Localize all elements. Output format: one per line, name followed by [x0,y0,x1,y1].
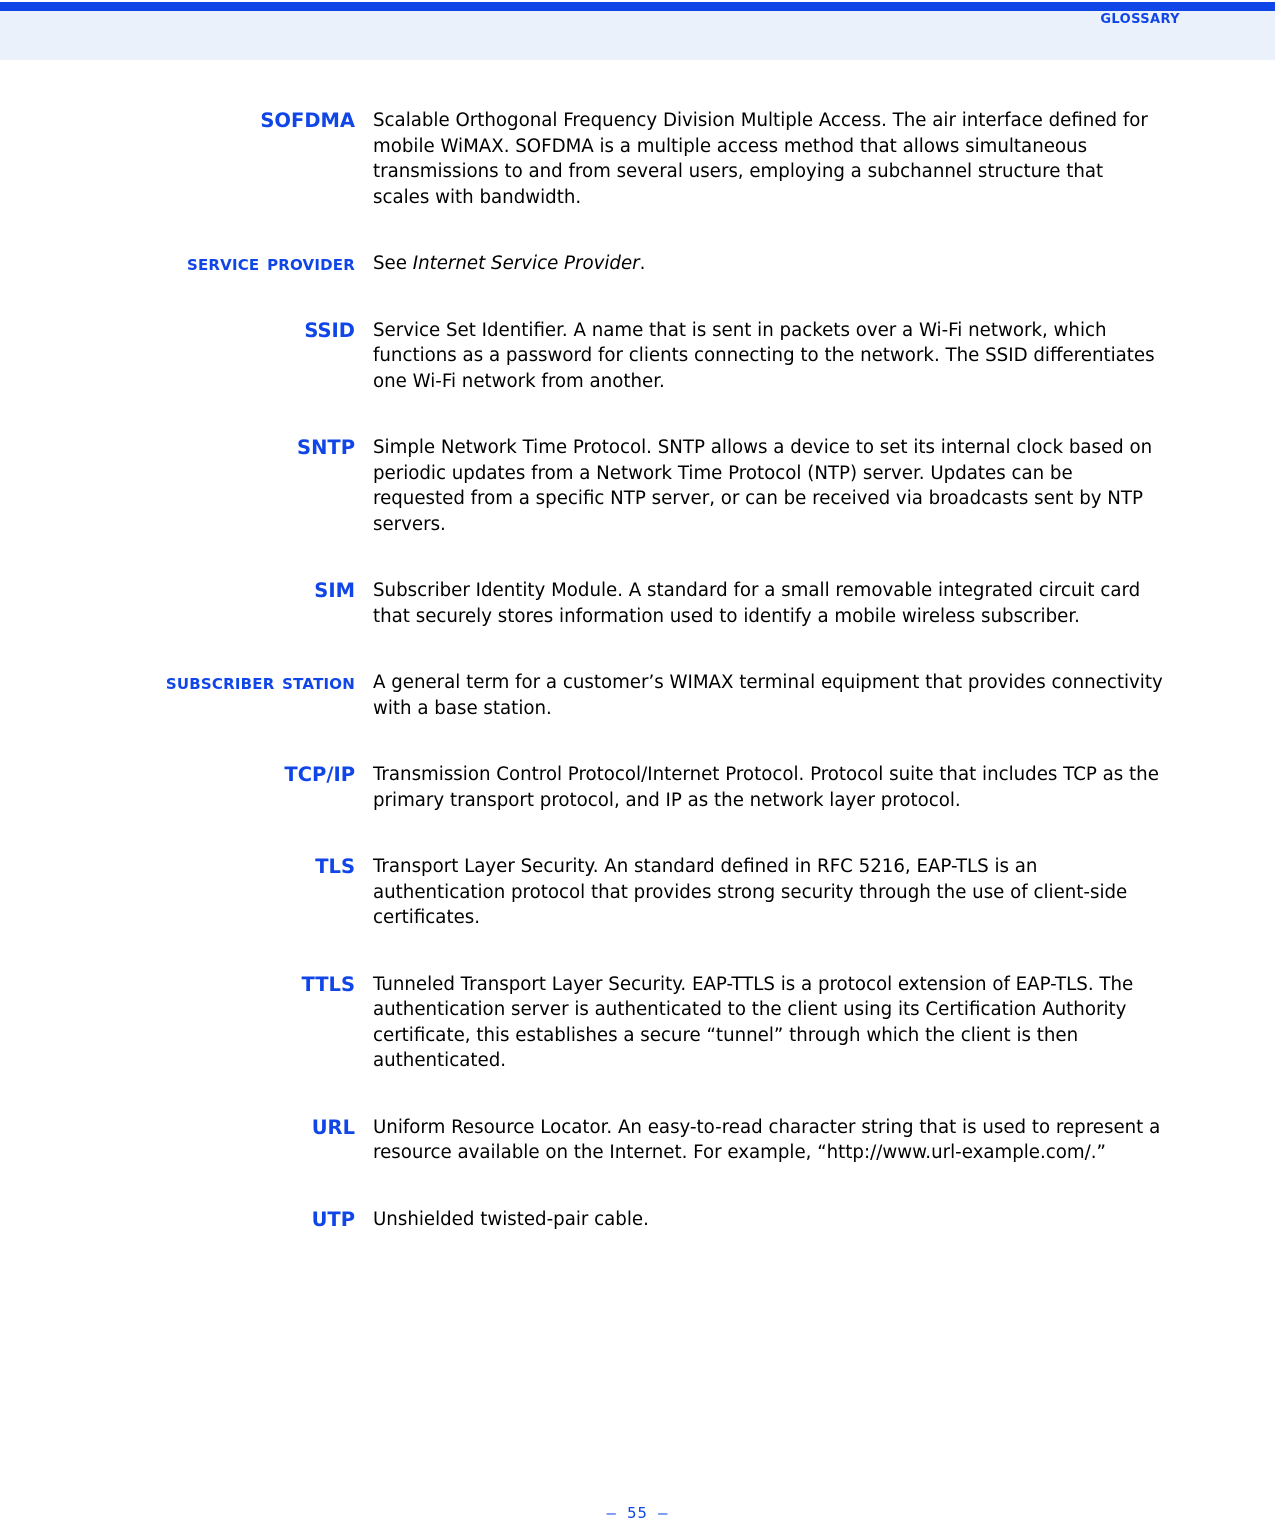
glossary-term: UTP [311,1207,355,1231]
glossary-entry: Subscriber Station A general term for a c… [0,670,1275,721]
definition-prefix: See [373,253,413,274]
glossary-entry: URL Uniform Resource Locator. An easy-to-… [0,1115,1275,1166]
page-title: Glossary [1100,6,1180,28]
glossary-definition: A general term for a customer’s WIMAX te… [373,672,1163,719]
glossary-entry: Service Provider See Internet Service Pro… [0,251,1275,277]
glossary-term: SSID [304,318,355,342]
definition-suffix: . [639,253,646,274]
glossary-list: SOFDMA Scalable Orthogonal Frequency Divi… [0,108,1275,1232]
page-number: – 55 – [606,1504,669,1522]
glossary-definition: Scalable Orthogonal Frequency Division M… [373,110,1148,208]
glossary-definition: Uniform Resource Locator. An easy-to-rea… [373,1116,1161,1164]
header-band [0,11,1275,60]
page-footer: – 55 – [0,1486,1275,1532]
page-header: Glossary [0,0,1275,60]
glossary-term: TCP/IP [284,763,355,786]
glossary-definition: Simple Network Time Protocol. SNTP allow… [373,437,1153,535]
glossary-entry: SOFDMA Scalable Orthogonal Frequency Divi… [0,108,1275,210]
glossary-entry: SNTP Simple Network Time Protocol. SNTP a… [0,435,1275,537]
glossary-term: URL [311,1115,355,1139]
glossary-entry: TLS Transport Layer Security. An standard… [0,854,1275,931]
glossary-term: SNTP [297,436,355,459]
glossary-term: TLS [315,855,355,878]
glossary-definition: Transport Layer Security. An standard de… [373,856,1128,928]
glossary-definition: Transmission Control Protocol/Internet P… [373,764,1159,811]
glossary-definition: Tunneled Transport Layer Security. EAP-T… [373,973,1134,1072]
glossary-definition: Service Set Identifier. A name that is s… [373,319,1155,392]
glossary-definition: Unshielded twisted-pair cable. [373,1208,649,1230]
definition-cross-reference: Internet Service Provider [412,253,640,274]
glossary-entry: TTLS Tunneled Transport Layer Security. E… [0,972,1275,1074]
glossary-definition: See Internet Service Provider. [373,251,1163,277]
glossary-entry: SIM Subscriber Identity Module. A standar… [0,578,1275,629]
glossary-term: Service Provider [186,251,355,276]
glossary-definition: Subscriber Identity Module. A standard f… [373,580,1141,627]
glossary-term: SIM [314,579,355,602]
glossary-entry: SSID Service Set Identifier. A name that … [0,318,1275,395]
glossary-term: Subscriber Station [165,670,355,695]
glossary-term: SOFDMA [260,109,355,132]
glossary-term: TTLS [301,972,355,996]
header-rule [0,2,1275,11]
glossary-entry: TCP/IP Transmission Control Protocol/Inte… [0,762,1275,813]
glossary-content: SOFDMA Scalable Orthogonal Frequency Divi… [0,60,1275,1273]
glossary-entry: UTP Unshielded twisted-pair cable. [0,1207,1275,1233]
